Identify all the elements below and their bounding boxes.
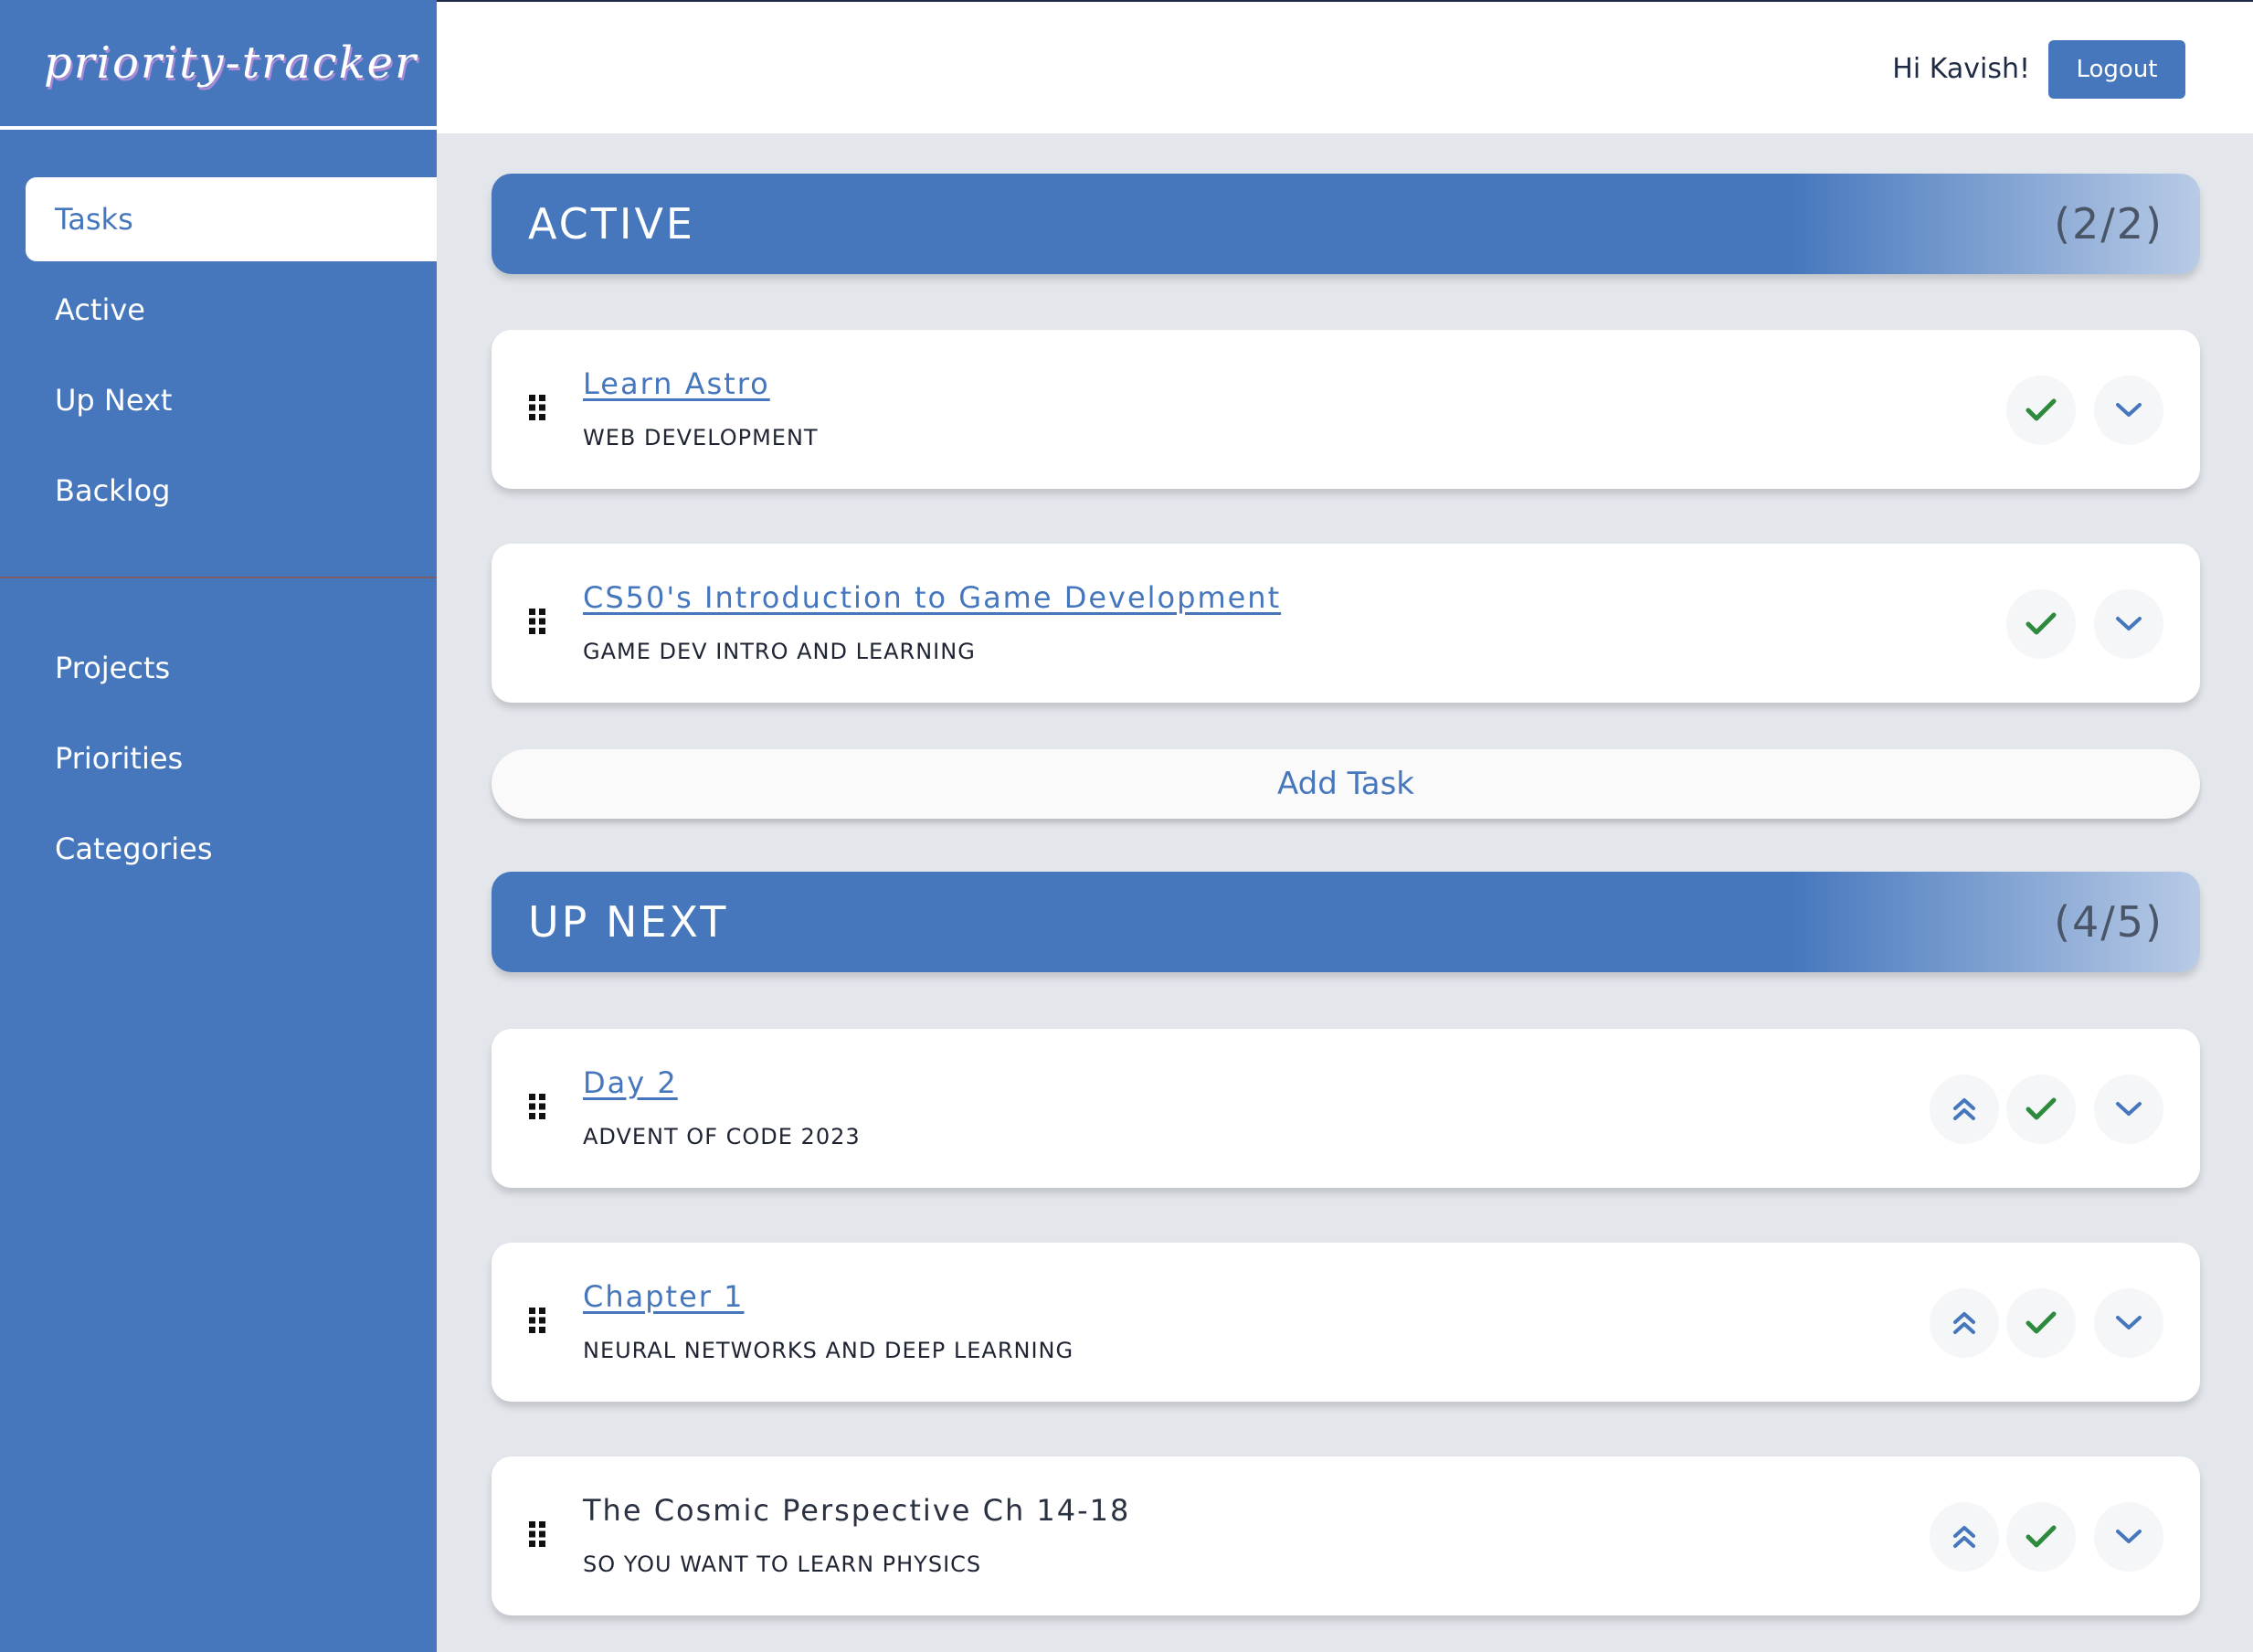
promote-task-button[interactable] [1930, 1075, 1999, 1144]
complete-task-button[interactable] [2006, 589, 2076, 659]
complete-task-button[interactable] [2006, 1502, 2076, 1572]
task-title-link[interactable]: Day 2 [583, 1065, 678, 1100]
task-card: CS50's Introduction to Game Development … [492, 544, 2200, 703]
sidebar-item-tasks[interactable]: Tasks [26, 177, 437, 261]
checkmark-icon [2026, 1525, 2057, 1548]
task-category: NEURAL NETWORKS AND DEEP LEARNING [583, 1338, 1074, 1363]
sidebar-item-priorities[interactable]: Priorities [26, 716, 437, 800]
drag-handle-icon[interactable] [528, 608, 546, 635]
expand-task-button[interactable] [2094, 589, 2163, 659]
chevron-down-icon [2116, 1530, 2142, 1543]
expand-task-button[interactable] [2094, 376, 2163, 445]
section-header-active: ACTIVE (2/2) [492, 174, 2200, 274]
task-category: GAME DEV INTRO AND LEARNING [583, 639, 976, 664]
sidebar: priority-tracker Tasks Active Up Next Ba… [0, 0, 437, 1652]
chevron-down-icon [2116, 617, 2142, 630]
chevron-down-icon [2116, 1102, 2142, 1116]
task-title: The Cosmic Perspective Ch 14-18 [583, 1493, 1131, 1528]
top-header: Hi Kavish! Logout [437, 0, 2253, 133]
app-logo[interactable]: priority-tracker [44, 37, 418, 89]
primary-nav: Tasks Active Up Next Backlog [0, 130, 437, 533]
task-card: The Cosmic Perspective Ch 14-18 SO YOU W… [492, 1456, 2200, 1615]
complete-task-button[interactable] [2006, 376, 2076, 445]
task-category: SO YOU WANT TO LEARN PHYSICS [583, 1551, 982, 1577]
section-header-up-next: UP NEXT (4/5) [492, 872, 2200, 972]
expand-task-button[interactable] [2094, 1288, 2163, 1358]
logout-button[interactable]: Logout [2048, 40, 2185, 99]
task-card: Learn Astro WEB DEVELOPMENT [492, 330, 2200, 489]
checkmark-icon [2026, 398, 2057, 421]
logo-area: priority-tracker [0, 0, 437, 130]
section-count: (4/5) [2054, 897, 2163, 947]
complete-task-button[interactable] [2006, 1075, 2076, 1144]
main-content[interactable]: ACTIVE (2/2) Learn Astro WEB DEVELOPMENT… [437, 133, 2253, 1652]
task-title-link[interactable]: CS50's Introduction to Game Development [583, 580, 1281, 615]
section-count: (2/2) [2054, 199, 2163, 249]
complete-task-button[interactable] [2006, 1288, 2076, 1358]
user-greeting: Hi Kavish! [1892, 53, 2030, 85]
drag-handle-icon[interactable] [528, 1520, 546, 1548]
task-category: ADVENT OF CODE 2023 [583, 1124, 861, 1149]
double-chevron-up-icon [1953, 1526, 1975, 1548]
section-title: ACTIVE [528, 199, 695, 249]
checkmark-icon [2026, 1311, 2057, 1334]
sidebar-item-projects[interactable]: Projects [26, 626, 437, 710]
task-card: Chapter 1 NEURAL NETWORKS AND DEEP LEARN… [492, 1243, 2200, 1402]
sidebar-item-backlog[interactable]: Backlog [26, 449, 437, 533]
sidebar-item-active[interactable]: Active [26, 268, 437, 352]
promote-task-button[interactable] [1930, 1502, 1999, 1572]
task-title-link[interactable]: Learn Astro [583, 366, 770, 401]
task-card: Day 2 ADVENT OF CODE 2023 [492, 1029, 2200, 1188]
sidebar-item-categories[interactable]: Categories [26, 807, 437, 891]
drag-handle-icon[interactable] [528, 1093, 546, 1120]
task-title-link[interactable]: Chapter 1 [583, 1279, 744, 1314]
promote-task-button[interactable] [1930, 1288, 1999, 1358]
drag-handle-icon[interactable] [528, 1307, 546, 1334]
checkmark-icon [2026, 1097, 2057, 1120]
expand-task-button[interactable] [2094, 1075, 2163, 1144]
checkmark-icon [2026, 612, 2057, 635]
chevron-down-icon [2116, 403, 2142, 417]
double-chevron-up-icon [1953, 1312, 1975, 1334]
section-title: UP NEXT [528, 897, 729, 947]
task-category: WEB DEVELOPMENT [583, 425, 819, 450]
expand-task-button[interactable] [2094, 1502, 2163, 1572]
chevron-down-icon [2116, 1316, 2142, 1329]
drag-handle-icon[interactable] [528, 394, 546, 421]
add-task-button[interactable]: Add Task [492, 749, 2200, 819]
double-chevron-up-icon [1953, 1098, 1975, 1120]
secondary-nav: Projects Priorities Categories [0, 578, 437, 891]
sidebar-item-up-next[interactable]: Up Next [26, 358, 437, 442]
